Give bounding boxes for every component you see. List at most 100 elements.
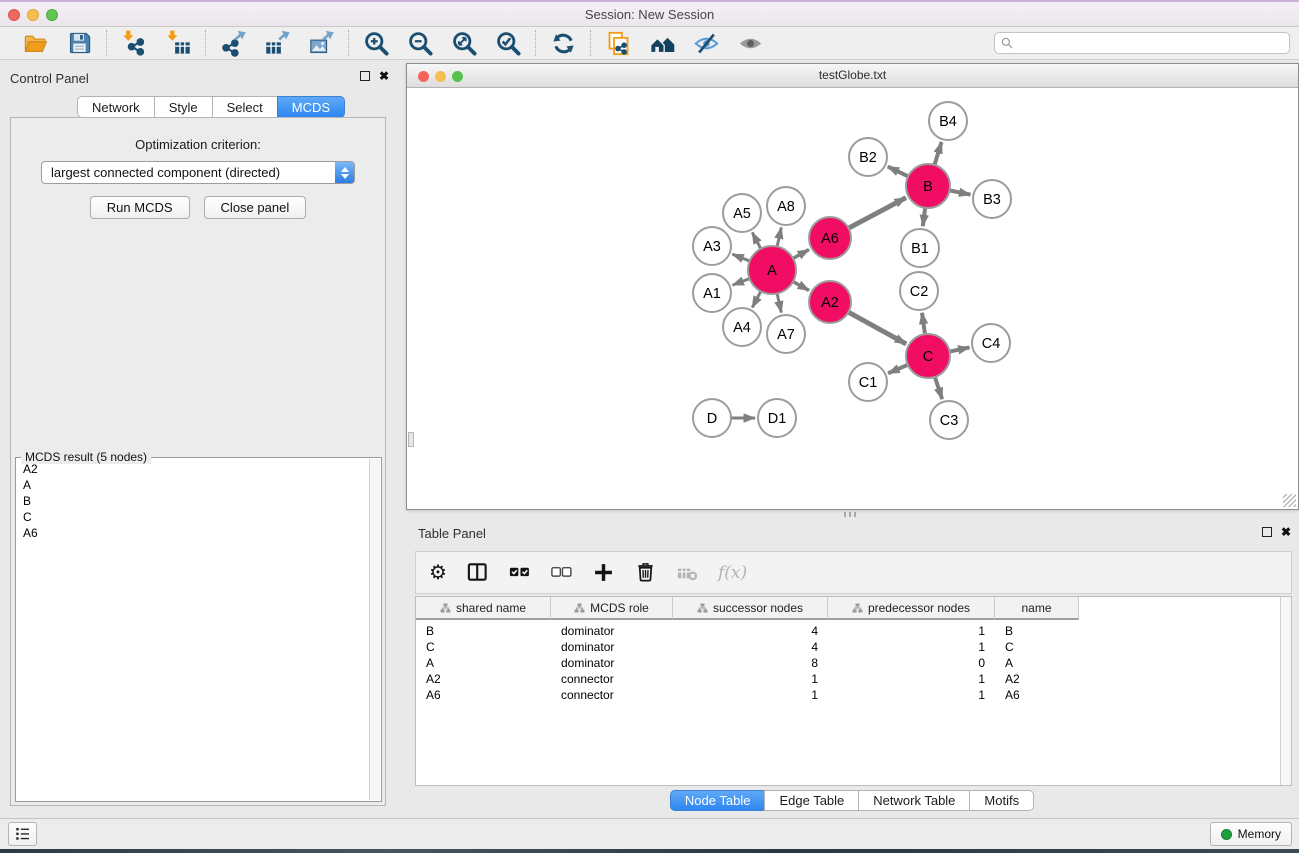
- column-header-shared-name[interactable]: shared name: [416, 597, 551, 620]
- table-cell[interactable]: B: [995, 624, 1079, 638]
- close-table-panel-icon[interactable]: ✖: [1281, 527, 1291, 537]
- export-network-button[interactable]: [218, 29, 248, 57]
- import-network-button[interactable]: [119, 29, 149, 57]
- edge-A2-C[interactable]: [846, 311, 906, 344]
- mcds-result-item[interactable]: A: [17, 477, 368, 493]
- tab-motifs[interactable]: Motifs: [969, 790, 1034, 811]
- table-cell[interactable]: B: [416, 624, 551, 638]
- column-header-successor-nodes[interactable]: successor nodes: [673, 597, 828, 620]
- table-cell[interactable]: A2: [995, 672, 1079, 686]
- table-row[interactable]: Bdominator41B: [416, 623, 1291, 639]
- open-file-button[interactable]: [20, 29, 50, 57]
- edge-B-B4[interactable]: [934, 142, 942, 168]
- add-row-button[interactable]: [592, 558, 615, 588]
- mcds-result-item[interactable]: B: [17, 493, 368, 509]
- minimize-window-button[interactable]: [27, 9, 39, 21]
- tab-select[interactable]: Select: [212, 96, 278, 118]
- table-cell[interactable]: connector: [551, 688, 673, 702]
- close-window-button[interactable]: [8, 9, 20, 21]
- table-cell[interactable]: 4: [673, 624, 828, 638]
- table-row[interactable]: A6connector11A6: [416, 687, 1291, 703]
- close-panel-icon[interactable]: ✖: [379, 71, 389, 81]
- delete-row-button[interactable]: [634, 558, 657, 588]
- column-header-predecessor-nodes[interactable]: predecessor nodes: [828, 597, 995, 620]
- mcds-result-item[interactable]: A2: [17, 461, 368, 477]
- tab-node-table[interactable]: Node Table: [670, 790, 766, 811]
- table-scrollbar[interactable]: [1280, 597, 1291, 785]
- search-box[interactable]: [994, 32, 1290, 54]
- tab-network-table[interactable]: Network Table: [858, 790, 970, 811]
- float-table-panel-icon[interactable]: [1262, 527, 1272, 537]
- save-session-button[interactable]: [64, 29, 94, 57]
- table-cell[interactable]: 1: [673, 688, 828, 702]
- task-history-button[interactable]: [8, 822, 37, 846]
- zoom-out-button[interactable]: [405, 29, 435, 57]
- table-cell[interactable]: C: [995, 640, 1079, 654]
- table-cell[interactable]: 1: [828, 640, 995, 654]
- export-image-button[interactable]: [306, 29, 336, 57]
- table-cell[interactable]: dominator: [551, 656, 673, 670]
- table-cell[interactable]: 1: [673, 672, 828, 686]
- eye-hidden-button[interactable]: [691, 29, 721, 57]
- mcds-result-item[interactable]: C: [17, 509, 368, 525]
- float-panel-icon[interactable]: [360, 71, 370, 81]
- search-input[interactable]: [1014, 34, 1289, 52]
- table-cell[interactable]: 8: [673, 656, 828, 670]
- import-table-button[interactable]: [163, 29, 193, 57]
- mcds-list-scrollbar[interactable]: [369, 459, 380, 800]
- tab-style[interactable]: Style: [154, 96, 213, 118]
- network-left-grip[interactable]: [408, 432, 414, 447]
- eye-hidden-icon: [693, 30, 720, 57]
- zoom-window-button[interactable]: [46, 9, 58, 21]
- table-cell[interactable]: dominator: [551, 640, 673, 654]
- network-window-titlebar[interactable]: testGlobe.txt: [407, 64, 1298, 88]
- settings-button[interactable]: ⚙: [429, 558, 447, 588]
- run-mcds-button[interactable]: Run MCDS: [90, 196, 190, 219]
- mcds-result-list[interactable]: A2ABCA6: [17, 461, 368, 800]
- network-close-button[interactable]: [418, 71, 429, 82]
- zoom-fit-button[interactable]: [449, 29, 479, 57]
- splitter-grip[interactable]: [844, 512, 856, 517]
- network-zoom-button[interactable]: [452, 71, 463, 82]
- tab-edge-table[interactable]: Edge Table: [764, 790, 859, 811]
- table-cell[interactable]: A: [995, 656, 1079, 670]
- table-cell[interactable]: A6: [995, 688, 1079, 702]
- table-cell[interactable]: A: [416, 656, 551, 670]
- table-cell[interactable]: 1: [828, 688, 995, 702]
- network-resize-grip-icon[interactable]: [1283, 494, 1296, 507]
- network-canvas[interactable]: B4B2BB3A8A5A6A3B1AC2A1A2A4A7C4CC1C3DD1: [408, 89, 1297, 508]
- table-cell[interactable]: connector: [551, 672, 673, 686]
- mcds-result-item[interactable]: A6: [17, 525, 368, 541]
- column-header-name[interactable]: name: [995, 597, 1079, 620]
- table-cell[interactable]: 1: [828, 624, 995, 638]
- table-cell[interactable]: dominator: [551, 624, 673, 638]
- table-cell[interactable]: A2: [416, 672, 551, 686]
- table-row[interactable]: Cdominator41C: [416, 639, 1291, 655]
- network-file-button[interactable]: [603, 29, 633, 57]
- edge-A6-B[interactable]: [846, 198, 906, 230]
- memory-button[interactable]: Memory: [1210, 822, 1292, 846]
- column-header-MCDS-role[interactable]: MCDS role: [551, 597, 673, 620]
- refresh-button[interactable]: [548, 29, 578, 57]
- tab-network[interactable]: Network: [77, 96, 155, 118]
- deselect-all-button[interactable]: [550, 558, 573, 588]
- export-table-button[interactable]: [262, 29, 292, 57]
- close-panel-button[interactable]: Close panel: [204, 196, 307, 219]
- table-cell[interactable]: 1: [828, 672, 995, 686]
- criterion-dropdown[interactable]: largest connected component (directed): [41, 161, 355, 184]
- eye-button[interactable]: [735, 29, 765, 57]
- table-cell[interactable]: 0: [828, 656, 995, 670]
- table-cell[interactable]: 4: [673, 640, 828, 654]
- graph-node-label-C1: C1: [859, 375, 878, 391]
- tab-mcds[interactable]: MCDS: [277, 96, 345, 118]
- select-all-button[interactable]: [508, 558, 531, 588]
- zoom-selected-button[interactable]: [493, 29, 523, 57]
- zoom-in-button[interactable]: [361, 29, 391, 57]
- home-button[interactable]: [647, 29, 677, 57]
- columns-button[interactable]: [466, 558, 489, 588]
- table-row[interactable]: Adominator80A: [416, 655, 1291, 671]
- table-row[interactable]: A2connector11A2: [416, 671, 1291, 687]
- network-minimize-button[interactable]: [435, 71, 446, 82]
- table-cell[interactable]: A6: [416, 688, 551, 702]
- table-cell[interactable]: C: [416, 640, 551, 654]
